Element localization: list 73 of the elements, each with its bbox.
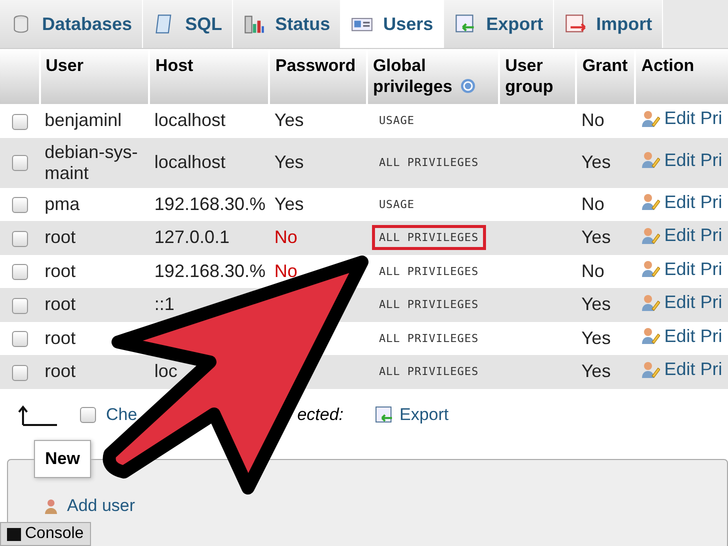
grant-cell: No [581,110,604,130]
privileges-cell-text: ALL PRIVILEGES [378,155,480,171]
user-cell: root [44,260,76,281]
user-pencil-icon [640,360,660,380]
password-cell: Yes [274,152,304,172]
checkbox[interactable] [12,155,28,172]
privileges-cell-text: USAGE [378,196,416,213]
console-button[interactable]: Console [0,522,91,546]
bar-chart-icon [243,13,266,35]
corner-arrow-icon [18,402,58,426]
password-cell: No [274,227,298,248]
privileges-cell-text: USAGE [378,113,416,130]
checkbox[interactable] [12,298,28,314]
grant-cell: Yes [581,328,611,348]
grant-cell: No [581,260,604,281]
edit-privileges-link[interactable]: Edit Pri [640,326,722,346]
grant-cell: Yes [581,152,611,172]
user-cell: root [44,361,76,382]
add-user-link[interactable]: Add user [43,496,136,516]
user-pencil-icon [640,326,660,346]
export-link[interactable]: Export [374,404,449,424]
privileges-cell-text: ALL PRIVILEGES [378,364,480,380]
fieldset-legend: New [34,440,91,478]
privileges-cell: ALL PRIVILEGES [372,225,486,250]
checkbox[interactable] [12,230,28,246]
host-cell: localhost [154,152,226,172]
checkbox[interactable] [12,264,28,280]
check-all-link[interactable]: Che [106,404,138,424]
user-pencil-icon [640,226,660,246]
checkbox[interactable] [12,114,28,130]
user-cell: pma [44,194,80,214]
edit-privileges-link[interactable]: Edit Pri [640,258,722,280]
with-selected-label: ected: [297,404,344,424]
user-cell: benjaminl [44,110,122,130]
grant-cell: Yes [581,294,611,314]
nav-tab[interactable]: Users [341,0,444,48]
host-cell: ::1 [154,294,174,314]
nav-tab[interactable]: Export [444,0,554,48]
nav-tab[interactable]: Status [233,0,342,48]
password-cell: No [274,260,298,281]
terminal-icon [7,528,21,540]
nav-tab[interactable]: Import [554,0,664,48]
privileges-cell-text: ALL PRIVILEGES [378,330,480,347]
host-cell: 192.168.30.% [154,260,266,281]
edit-privileges-link[interactable]: Edit Pri [640,108,722,129]
edit-privileges-link[interactable]: Edit Pri [640,192,722,212]
user-pencil-icon [640,292,660,312]
user-pencil-icon [640,259,660,279]
host-cell: loc [154,361,178,382]
privileges-cell-text: ALL PRIVILEGES [378,264,480,280]
user-cell: root [44,328,76,348]
checkbox[interactable] [12,331,28,347]
checkbox[interactable] [12,197,28,213]
user-pencil-icon [640,108,660,128]
privileges-cell-text: ALL PRIVILEGES [378,297,480,314]
grant-cell: Yes [581,361,611,382]
password-cell: Yes [274,194,304,214]
user-pencil-icon [640,192,660,212]
user-cell: root [44,227,76,248]
person-icon [43,498,59,514]
user-pencil-icon [640,150,660,170]
password-cell: Yes [274,110,304,130]
nav-tab[interactable]: Databases [0,0,144,48]
host-cell: localhost [154,110,226,130]
host-cell: 127.0.0.1 [154,227,230,248]
nav-tab[interactable]: SQL [143,0,234,48]
user-cell: root [44,294,76,314]
checkbox[interactable] [12,364,28,380]
user-cell: debian-sys-maint [44,142,138,182]
grant-cell: Yes [581,227,611,248]
grant-cell: No [581,194,604,214]
checkbox[interactable] [80,406,96,422]
host-cell: 192.168.30.% [154,194,266,214]
